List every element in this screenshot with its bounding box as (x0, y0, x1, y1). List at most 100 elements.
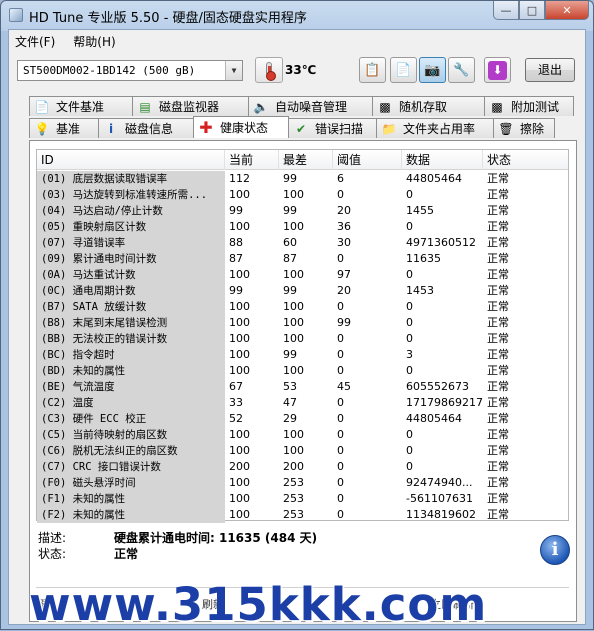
tab-label: 健康状态 (220, 121, 269, 135)
tab-error-scan[interactable]: ✔ 错误扫描 (288, 118, 377, 138)
table-header: ID 当前 最差 阈值 数据 状态 (37, 150, 568, 170)
info-icon: i (108, 121, 114, 136)
app-icon (9, 8, 23, 22)
info-circle-icon[interactable]: i (540, 535, 570, 565)
tab-noise-management[interactable]: 🔈 自动噪音管理 (248, 96, 373, 116)
benchmark-icon: 💡 (34, 121, 50, 136)
status-label: 状态: (38, 547, 67, 561)
table-row[interactable]: (C6) 脱机无法纠正的扇区数 100 100 0 0 正常 (37, 443, 568, 459)
table-row[interactable]: (F0) 磁头悬浮时间 100 253 0 92474940... 正常 (37, 475, 568, 491)
table-row[interactable]: (B7) SATA 放缓计数 100 100 0 0 正常 (37, 299, 568, 315)
status-value: 正常 (114, 547, 139, 561)
exit-button[interactable]: 退出 (525, 58, 575, 82)
worst-value: 60 (283, 236, 297, 249)
attribute-name: (BE) 气流温度 (37, 379, 225, 395)
toolbar: ST500DM002-1BD142 (500 gB) ▼ 33℃ 📋 📄 📷 🔧… (9, 54, 585, 88)
tab-disk-monitor[interactable]: ▤ 磁盘监视器 (132, 96, 249, 116)
data-value: -561107631 (406, 492, 473, 505)
table-row[interactable]: (F2) 未知的属性 100 253 0 1134819602 正常 (37, 507, 568, 523)
attribute-name: (05) 重映射扇区计数 (37, 219, 225, 235)
attribute-name: (C6) 脱机无法纠正的扇区数 (37, 443, 225, 459)
table-row[interactable]: (07) 寻道错误率 88 60 30 4971360512 正常 (37, 235, 568, 251)
menu-help[interactable]: 帮助(H) (73, 33, 115, 50)
table-row[interactable]: (F1) 未知的属性 100 253 0 -561107631 正常 (37, 491, 568, 507)
tab-file-benchmark[interactable]: 📄 文件基准 (29, 96, 133, 116)
worst-value: 100 (283, 268, 304, 281)
data-value: 605552673 (406, 380, 469, 393)
data-value: 0 (406, 220, 413, 233)
status-value: 正常 (487, 204, 509, 217)
data-value: 44805464 (406, 172, 462, 185)
table-row[interactable]: (BD) 未知的属性 100 100 0 0 正常 (37, 363, 568, 379)
table-row[interactable]: (01) 底层数据读取错误率 112 99 6 44805464 正常 (37, 171, 568, 187)
header-current[interactable]: 当前 (225, 150, 279, 170)
table-row[interactable]: (04) 马达启动/停止计数 99 99 20 1455 正常 (37, 203, 568, 219)
tab-disk-info[interactable]: i 磁盘信息 (98, 118, 194, 138)
status-value: 正常 (487, 476, 509, 489)
screenshot-button[interactable]: 📷 (419, 57, 446, 83)
save-button[interactable]: ⬇ (484, 57, 511, 83)
table-row[interactable]: (BE) 气流温度 67 53 45 605552673 正常 (37, 379, 568, 395)
data-value: 44805464 (406, 412, 462, 425)
tab-label: 自动噪音管理 (275, 100, 348, 114)
attribute-name: (F0) 磁头悬浮时间 (37, 475, 225, 491)
data-value: 11635 (406, 252, 441, 265)
status-value: 正常 (487, 460, 509, 473)
minimize-button[interactable]: — (493, 1, 519, 20)
data-value: 3 (406, 348, 413, 361)
attribute-name: (04) 马达启动/停止计数 (37, 203, 225, 219)
table-row[interactable]: (05) 重映射扇区计数 100 100 36 0 正常 (37, 219, 568, 235)
threshold-value: 0 (337, 252, 344, 265)
table-row[interactable]: (C2) 温度 33 47 0 17179869217 正常 (37, 395, 568, 411)
status-value: 正常 (487, 268, 509, 281)
health-panel: ID 当前 最差 阈值 数据 状态 (01) 底层数据读取错误率 112 99 6 44… (29, 140, 577, 622)
header-worst[interactable]: 最差 (279, 150, 333, 170)
header-threshold[interactable]: 阈值 (333, 150, 402, 170)
tab-health[interactable]: ✚ 健康状态 (193, 116, 289, 138)
tab-folder-usage[interactable]: 📁 文件夹占用率 (376, 118, 494, 138)
data-value: 0 (406, 268, 413, 281)
options-button[interactable]: 🔧 (448, 57, 475, 83)
error-scan-icon: ✔ (295, 121, 307, 136)
current-value: 100 (229, 492, 250, 505)
current-value: 100 (229, 428, 250, 441)
table-row[interactable]: (03) 马达旋转到标准转速所需... 100 100 0 0 正常 (37, 187, 568, 203)
random-access-icon: ▩ (379, 99, 391, 114)
current-value: 100 (229, 332, 250, 345)
table-row[interactable]: (C7) CRC 接口错误计数 200 200 0 0 正常 (37, 459, 568, 475)
copy-all-button[interactable]: 📄 (390, 57, 417, 83)
header-data[interactable]: 数据 (402, 150, 483, 170)
app-window: HD Tune 专业版 5.50 - 硬盘/固态硬盘实用程序 — □ ✕ 文件(… (0, 0, 594, 630)
header-id[interactable]: ID (37, 150, 225, 170)
threshold-value: 20 (337, 284, 351, 297)
thermometer-icon (255, 57, 283, 83)
chevron-down-icon[interactable]: ▼ (225, 61, 242, 80)
copy-info-button[interactable]: 📋 (359, 57, 386, 83)
table-row[interactable]: (C5) 当前待映射的扇区数 100 100 0 0 正常 (37, 427, 568, 443)
client-area: 文件(F) 帮助(H) ST500DM002-1BD142 (500 gB) ▼… (8, 29, 586, 625)
close-button[interactable]: ✕ (545, 1, 589, 20)
table-row[interactable]: (B8) 末尾到末尾错误检测 100 100 99 0 正常 (37, 315, 568, 331)
tab-extra-tests[interactable]: ▩ 附加测试 (484, 96, 574, 116)
table-row[interactable]: (0A) 马达重试计数 100 100 97 0 正常 (37, 267, 568, 283)
maximize-button[interactable]: □ (519, 1, 545, 20)
title-bar: HD Tune 专业版 5.50 - 硬盘/固态硬盘实用程序 — □ ✕ (1, 1, 593, 29)
table-row[interactable]: (C3) 硬件 ECC 校正 52 29 0 44805464 正常 (37, 411, 568, 427)
table-row[interactable]: (BB) 无法校正的错误计数 100 100 0 0 正常 (37, 331, 568, 347)
tab-erase[interactable]: 🗑 擦除 (493, 118, 555, 138)
tab-random-access[interactable]: ▩ 随机存取 (372, 96, 485, 116)
status-value: 正常 (487, 188, 509, 201)
worst-value: 100 (283, 188, 304, 201)
menu-file[interactable]: 文件(F) (15, 33, 55, 50)
table-row[interactable]: (09) 累计通电时间计数 87 87 0 11635 正常 (37, 251, 568, 267)
data-value: 92474940... (406, 476, 473, 489)
current-value: 100 (229, 316, 250, 329)
drive-select[interactable]: ST500DM002-1BD142 (500 gB) ▼ (17, 60, 243, 81)
data-value: 1453 (406, 284, 434, 297)
worst-value: 253 (283, 476, 304, 489)
table-row[interactable]: (0C) 通电周期计数 99 99 20 1453 正常 (37, 283, 568, 299)
tab-benchmark[interactable]: 💡 基准 (29, 118, 99, 138)
header-status[interactable]: 状态 (483, 150, 543, 170)
table-row[interactable]: (BC) 指令超时 100 99 0 3 正常 (37, 347, 568, 363)
attribute-name: (0A) 马达重试计数 (37, 267, 225, 283)
